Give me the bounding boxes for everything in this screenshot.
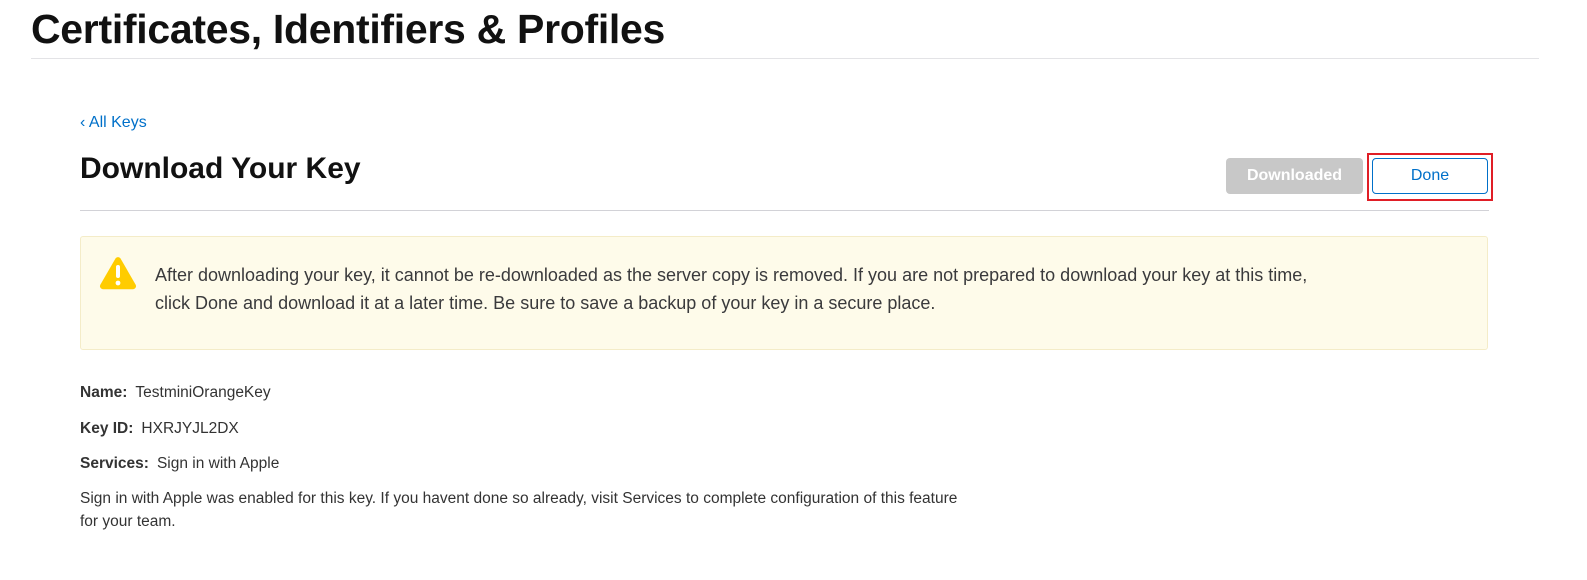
key-id-label: Key ID: bbox=[80, 420, 134, 437]
key-name-row: Name: TestminiOrangeKey bbox=[80, 384, 271, 402]
key-services-label: Services: bbox=[80, 455, 149, 472]
key-services-row: Services: Sign in with Apple bbox=[80, 455, 279, 473]
warning-banner: After downloading your key, it cannot be… bbox=[80, 236, 1488, 350]
key-services-value: Sign in with Apple bbox=[156, 455, 280, 472]
section-divider bbox=[80, 210, 1489, 211]
page-title: Certificates, Identifiers & Profiles bbox=[31, 6, 666, 52]
title-divider bbox=[31, 58, 1539, 59]
downloaded-button: Downloaded bbox=[1226, 158, 1363, 194]
key-id-row: Key ID: HXRJYJL2DX bbox=[80, 420, 239, 438]
key-name-label: Name: bbox=[80, 384, 128, 401]
page: Certificates, Identifiers & Profiles ‹ A… bbox=[0, 0, 1587, 580]
warning-text: After downloading your key, it cannot be… bbox=[155, 265, 1308, 313]
key-name-value: TestminiOrangeKey bbox=[135, 384, 271, 401]
key-id-value: HXRJYJL2DX bbox=[141, 420, 239, 437]
done-button[interactable]: Done bbox=[1372, 158, 1488, 194]
warning-triangle-icon bbox=[99, 257, 137, 290]
section-title: Download Your Key bbox=[80, 152, 361, 185]
all-keys-link[interactable]: ‹ All Keys bbox=[80, 114, 147, 132]
services-info-text: Sign in with Apple was enabled for this … bbox=[80, 490, 958, 530]
